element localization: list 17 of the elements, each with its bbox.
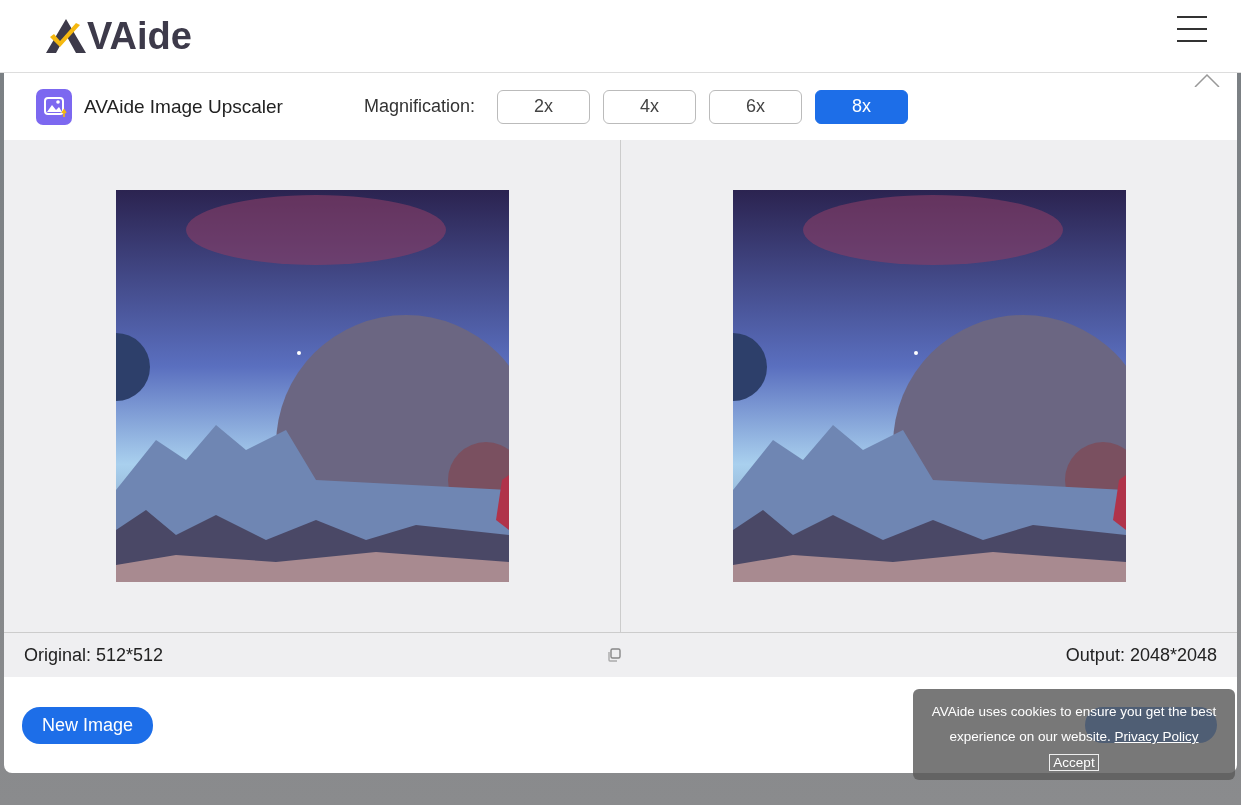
logo-text[interactable]: VAide	[87, 16, 192, 56]
magnification-label: Magnification:	[364, 96, 476, 117]
menu-icon[interactable]	[1177, 16, 1207, 42]
image-app-icon	[36, 88, 72, 125]
magnification-button[interactable]: 4x	[603, 89, 697, 124]
dialog-title: AVAide Image Upscaler	[84, 95, 284, 118]
close-icon[interactable]	[1194, 73, 1220, 87]
logo-icon[interactable]	[46, 19, 86, 53]
accept-button[interactable]: Accept	[1049, 754, 1099, 771]
cookie-message: AVAide uses cookies to ensure you get the best experience on our website. Privacy Policy	[930, 703, 1218, 746]
privacy-policy-link[interactable]: Privacy Policy	[1114, 729, 1199, 744]
original-size: Original: 512*512	[24, 644, 164, 666]
magnification-button[interactable]: 2x	[497, 89, 591, 124]
magnification-button[interactable]: 6x	[709, 89, 803, 124]
output-size: Output: 2048*2048	[1065, 644, 1217, 666]
new-image-button[interactable]: New Image	[22, 706, 154, 744]
magnification-button[interactable]: 8x	[815, 89, 909, 124]
